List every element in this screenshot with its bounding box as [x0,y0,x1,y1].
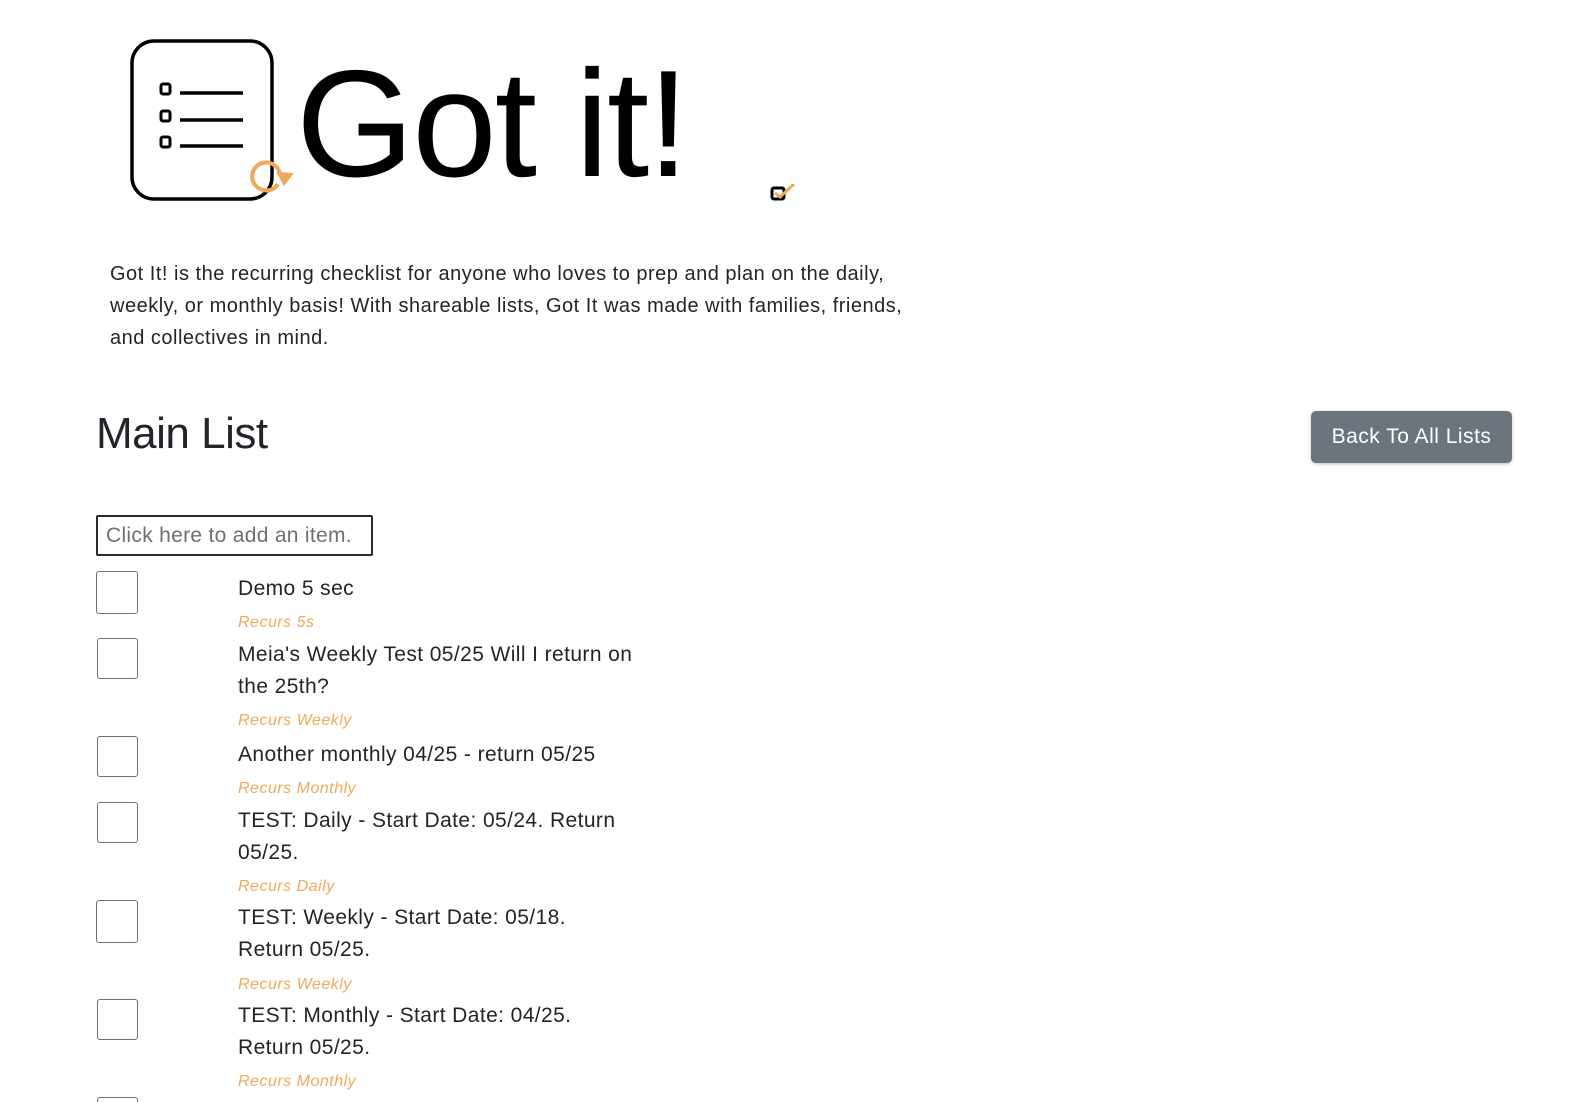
add-item-input[interactable] [96,515,373,556]
item-checkbox[interactable] [97,638,138,679]
item-text: TEST: Weekly - Start Date: 05/18. Return… [238,906,566,961]
item-checkbox[interactable] [96,900,138,943]
item-text: Demo 5 sec [238,577,355,600]
item-recurrence: Recurs Daily [238,878,335,895]
logo-check-icon [770,184,796,201]
item-text: TEST: Monthly - Start Date: 04/25. Retur… [238,1004,572,1059]
logo-text: Got it! [296,39,689,209]
item-checkbox[interactable] [97,736,138,777]
item-checkbox[interactable] [97,802,138,843]
item-text: Another monthly 04/25 - return 05/25 [238,743,596,766]
back-to-all-lists-button[interactable]: Back To All Lists [1311,411,1512,463]
item-checkbox[interactable] [96,571,138,614]
item-recurrence: Recurs Monthly [238,1073,357,1090]
item-checkbox[interactable] [97,999,138,1040]
item-text: TEST: Daily - Start Date: 05/24. Return … [238,809,616,864]
logo: Got it! [128,36,796,209]
item-recurrence: Recurs 5s [238,614,315,631]
list-title: Main List [96,409,268,458]
checklist-logo-icon [130,39,294,201]
item-recurrence: Recurs Weekly [238,976,352,993]
item-recurrence: Recurs Weekly [238,712,352,729]
item-checkbox[interactable] [97,1097,138,1102]
item-recurrence: Recurs Monthly [238,780,357,797]
app-description: Got It! is the recurring checklist for a… [110,263,903,349]
item-text: Meia's Weekly Test 05/25 Will I return o… [238,643,633,698]
page: Got it! Got It! is the recurring checkli… [0,0,1572,1102]
